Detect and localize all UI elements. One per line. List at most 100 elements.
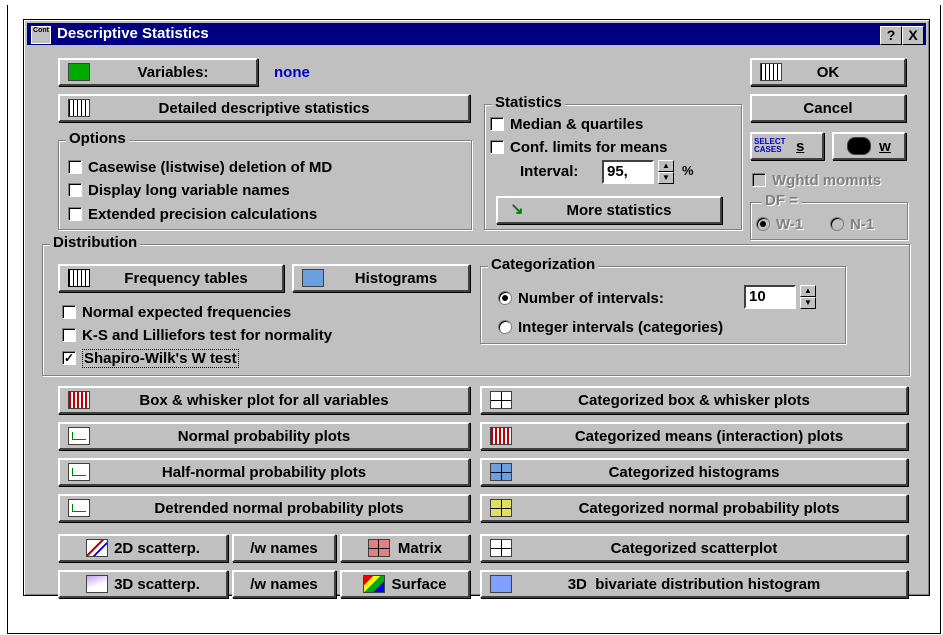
shapiro-label: Shapiro-Wilk's W test — [82, 348, 239, 368]
extended-precision-box — [68, 207, 82, 221]
long-names-checkbox[interactable]: Display long variable names — [68, 180, 290, 200]
matrix-button[interactable]: Matrix — [340, 534, 470, 562]
w-label: w — [879, 137, 891, 155]
bivariate-histogram-button[interactable]: 3D bivariate distribution histogram — [480, 570, 908, 598]
ks-label: K-S and Lilliefors test for normality — [82, 326, 333, 344]
conf-limits-checkbox[interactable]: Conf. limits for means — [490, 137, 668, 157]
scatter-3d-icon — [86, 575, 109, 593]
normal-probability-button[interactable]: Normal probability plots — [58, 422, 470, 450]
interval-input[interactable]: 95, — [602, 160, 654, 184]
detrended-button[interactable]: Detrended normal probability plots — [58, 494, 470, 522]
scatter-3d-wnames-button[interactable]: /w names — [232, 570, 336, 598]
stat-app-icon[interactable]: Cont — [31, 26, 51, 44]
categorization-title: Categorization — [488, 257, 599, 273]
df-n1-radio-dot — [830, 217, 844, 231]
histograms-label: Histograms — [354, 269, 438, 287]
variables-value: none — [274, 64, 310, 81]
help-button[interactable]: ? — [880, 26, 902, 45]
df-n1-radio[interactable]: N-1 — [830, 214, 874, 234]
table-icon — [68, 269, 90, 287]
scatter-2d-button[interactable]: 2D scatterp. — [58, 534, 228, 562]
intervals-input[interactable]: 10 — [744, 285, 796, 309]
variables-button[interactable]: Variables: — [58, 58, 258, 86]
ks-box — [62, 328, 76, 342]
long-names-label: Display long variable names — [88, 181, 290, 199]
surface-icon — [363, 575, 386, 593]
matrix-icon — [367, 539, 390, 557]
matrix-label: Matrix — [397, 539, 443, 557]
interval-spin-up[interactable]: ▲ — [658, 160, 674, 172]
conf-box — [490, 140, 504, 154]
detrended-label: Detrended normal probability plots — [154, 499, 404, 517]
median-label: Median & quartiles — [510, 115, 644, 133]
normal-expected-box — [62, 305, 76, 319]
number-intervals-dot — [498, 291, 512, 305]
shapiro-wilk-checkbox[interactable]: ✓ Shapiro-Wilk's W test — [62, 348, 239, 368]
shapiro-box: ✓ — [62, 351, 76, 365]
integer-intervals-dot — [498, 320, 512, 334]
detailed-statistics-button[interactable]: Detailed descriptive statistics — [58, 94, 470, 122]
casewise-deletion-checkbox[interactable]: Casewise (listwise) deletion of MD — [68, 157, 332, 177]
categorized-scatter-icon — [490, 539, 512, 557]
ok-button[interactable]: OK — [750, 58, 906, 86]
summary-table-icon — [68, 99, 90, 117]
select-cases-label: SELECT CASES — [754, 137, 786, 154]
frequency-tables-button[interactable]: Frequency tables — [58, 264, 284, 292]
interval-label: Interval: — [520, 163, 579, 180]
categorized-box-whisker-button[interactable]: Categorized box & whisker plots — [480, 386, 908, 414]
df-n1-label: N-1 — [850, 215, 875, 233]
categorized-histograms-button[interactable]: Categorized histograms — [480, 458, 908, 486]
scatter-2d-icon — [86, 539, 109, 557]
scatter-3d-button[interactable]: 3D scatterp. — [58, 570, 228, 598]
statistics-title: Statistics — [492, 95, 565, 111]
descriptive-statistics-dialog: Cont Descriptive Statistics ? X Variable… — [23, 19, 930, 598]
categorized-histograms-label: Categorized histograms — [608, 463, 780, 481]
frequency-tables-label: Frequency tables — [124, 269, 248, 287]
scatter-2d-wnames-button[interactable]: /w names — [232, 534, 336, 562]
integer-intervals-radio[interactable]: Integer intervals (categories) — [498, 317, 723, 337]
title-bar: Cont Descriptive Statistics ? X — [27, 23, 926, 45]
histograms-button[interactable]: Histograms — [292, 264, 470, 292]
half-normal-button[interactable]: Half-normal probability plots — [58, 458, 470, 486]
more-statistics-button[interactable]: More statistics — [496, 196, 722, 224]
categorized-means-label: Categorized means (interaction) plots — [574, 427, 844, 445]
cancel-label: Cancel — [803, 99, 853, 117]
normal-plot-icon — [68, 427, 90, 445]
median-quartiles-checkbox[interactable]: Median & quartiles — [490, 114, 643, 134]
extended-precision-checkbox[interactable]: Extended precision calculations — [68, 204, 317, 224]
select-cases-button[interactable]: SELECT CASES s — [750, 132, 824, 160]
extended-precision-label: Extended precision calculations — [88, 205, 318, 223]
options-title: Options — [66, 131, 129, 147]
categorized-means-button[interactable]: Categorized means (interaction) plots — [480, 422, 908, 450]
scatter-2d-label: 2D scatterp. — [114, 539, 200, 557]
number-intervals-radio[interactable]: Number of intervals: — [498, 288, 664, 308]
categorized-normal-button[interactable]: Categorized normal probability plots — [480, 494, 908, 522]
cancel-button[interactable]: Cancel — [750, 94, 906, 122]
median-box — [490, 117, 504, 131]
categorized-scatterplot-label: Categorized scatterplot — [610, 539, 778, 557]
intervals-spin-down[interactable]: ▼ — [800, 297, 816, 309]
weighted-moments-checkbox[interactable]: Wghtd momnts — [752, 170, 881, 190]
normal-expected-label: Normal expected frequencies — [82, 303, 292, 321]
s-label: s — [796, 137, 805, 155]
surface-button[interactable]: Surface — [340, 570, 470, 598]
df-w1-radio[interactable]: W-1 — [756, 214, 803, 234]
half-normal-label: Half-normal probability plots — [161, 463, 367, 481]
intervals-spin-up[interactable]: ▲ — [800, 285, 816, 297]
percent-label: % — [682, 163, 694, 178]
wnames-2-label: /w names — [250, 575, 318, 593]
variables-icon — [68, 63, 90, 81]
categorized-normal-icon — [490, 499, 512, 517]
scatter-3d-label: 3D scatterp. — [114, 575, 200, 593]
categorized-scatterplot-button[interactable]: Categorized scatterplot — [480, 534, 908, 562]
normal-expected-checkbox[interactable]: Normal expected frequencies — [62, 302, 291, 322]
distribution-title: Distribution — [50, 235, 141, 251]
box-whisker-button[interactable]: Box & whisker plot for all variables — [58, 386, 470, 414]
interval-spin-down[interactable]: ▼ — [658, 172, 674, 184]
weight-button[interactable]: w — [832, 132, 906, 160]
categorized-box-label: Categorized box & whisker plots — [578, 391, 810, 409]
summary-icon — [760, 63, 782, 81]
ks-lilliefors-checkbox[interactable]: K-S and Lilliefors test for normality — [62, 325, 332, 345]
close-button[interactable]: X — [902, 26, 924, 45]
detailed-statistics-label: Detailed descriptive statistics — [158, 99, 370, 117]
